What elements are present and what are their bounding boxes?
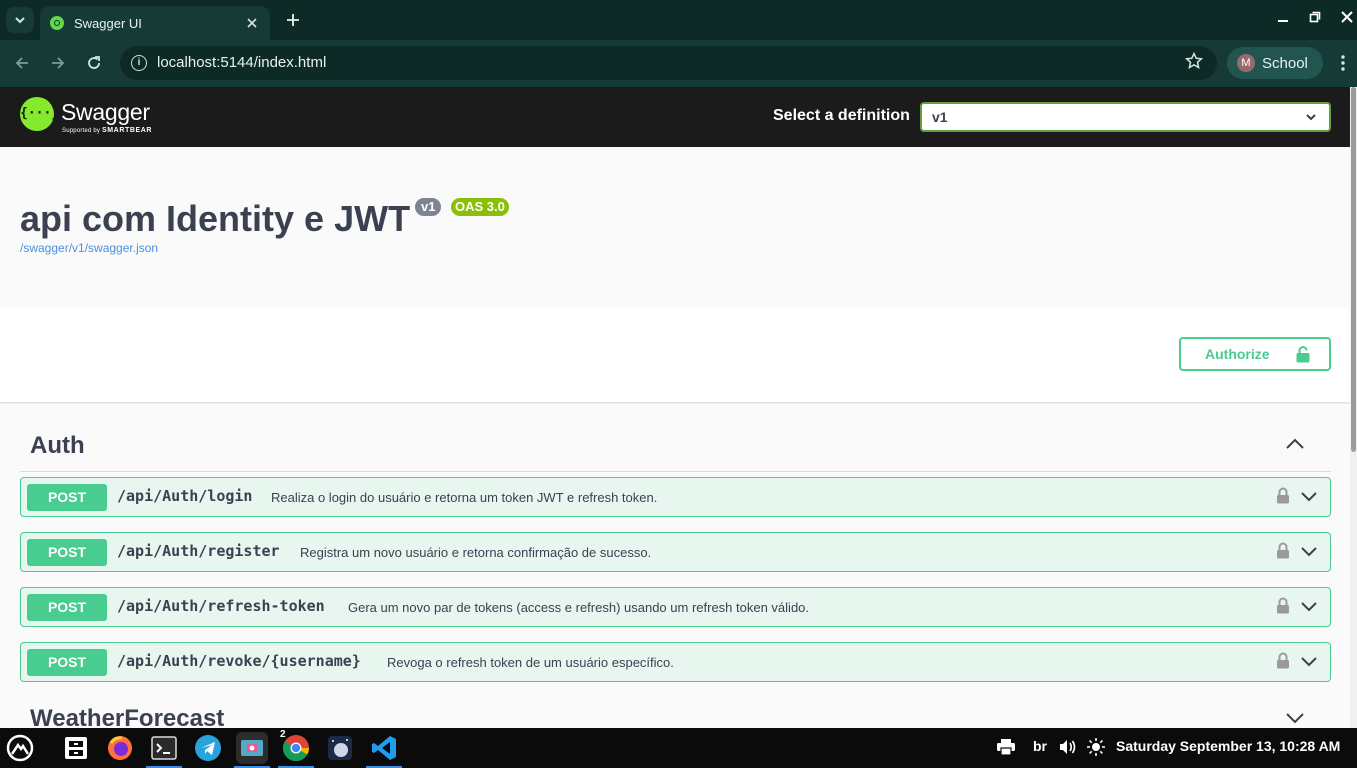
operation-post-register[interactable]: POST /api/Auth/register Registra um novo… bbox=[20, 532, 1331, 572]
chevron-down-icon bbox=[1305, 104, 1317, 132]
firefox-icon[interactable] bbox=[104, 732, 136, 764]
night-sky-app-icon[interactable] bbox=[324, 732, 356, 764]
operation-summary: Registra um novo usuário e retorna confi… bbox=[300, 545, 652, 560]
minimize-icon bbox=[1278, 20, 1288, 22]
reload-button[interactable] bbox=[83, 52, 105, 74]
operation-path: /api/Auth/revoke/{username} bbox=[117, 652, 361, 670]
lock-icon[interactable] bbox=[1276, 487, 1290, 504]
file-manager-icon[interactable] bbox=[60, 732, 92, 764]
operation-summary: Revoga o refresh token de um usuário esp… bbox=[387, 655, 674, 670]
restore-icon bbox=[1309, 11, 1321, 23]
authorize-button[interactable]: Authorize bbox=[1179, 337, 1331, 371]
chevron-up-icon[interactable] bbox=[1283, 432, 1307, 456]
telegram-icon[interactable] bbox=[192, 732, 224, 764]
swagger-favicon-icon bbox=[50, 16, 64, 30]
arrow-left-icon bbox=[15, 57, 28, 69]
profile-button[interactable]: M School bbox=[1227, 47, 1323, 79]
oas-badge: OAS 3.0 bbox=[451, 198, 509, 216]
operation-path: /api/Auth/register bbox=[117, 542, 280, 560]
volume-icon[interactable] bbox=[1059, 739, 1077, 758]
keyboard-layout[interactable]: br bbox=[1033, 738, 1047, 754]
brand-sub-prefix: Supported by bbox=[62, 128, 101, 134]
chevron-down-icon[interactable] bbox=[1300, 597, 1318, 615]
brand-sub-company: SMARTBEAR bbox=[101, 127, 153, 134]
operation-path: /api/Auth/refresh-token bbox=[117, 597, 325, 615]
operation-post-revoke[interactable]: POST /api/Auth/revoke/{username} Revoga … bbox=[20, 642, 1331, 682]
browser-menu-button[interactable] bbox=[1334, 52, 1352, 74]
site-info-icon[interactable]: i bbox=[131, 55, 147, 71]
avatar: M bbox=[1237, 54, 1255, 72]
close-window-button[interactable] bbox=[1336, 8, 1357, 30]
chevron-down-icon[interactable] bbox=[1300, 542, 1318, 560]
maximize-button[interactable] bbox=[1304, 8, 1326, 30]
star-icon bbox=[1184, 51, 1204, 69]
swagger-brand[interactable]: Swagger bbox=[61, 99, 150, 126]
operation-path: /api/Auth/login bbox=[117, 487, 253, 505]
address-url[interactable]: localhost:5144/index.html bbox=[157, 54, 326, 71]
arrow-right-icon bbox=[52, 57, 65, 69]
address-bar[interactable]: i localhost:5144/index.html bbox=[120, 46, 1217, 80]
close-icon bbox=[247, 18, 257, 28]
lock-open-icon bbox=[1296, 346, 1310, 363]
clock[interactable]: Saturday September 13, 10:28 AM bbox=[1116, 738, 1340, 754]
forward-button[interactable] bbox=[47, 52, 69, 74]
definition-select[interactable]: v1 bbox=[920, 102, 1331, 132]
reload-icon bbox=[88, 56, 100, 69]
plus-icon bbox=[287, 14, 299, 26]
bookmark-star-icon[interactable] bbox=[1184, 51, 1204, 75]
vscode-icon[interactable] bbox=[368, 732, 400, 764]
terminal-icon[interactable] bbox=[148, 732, 180, 764]
minimize-button[interactable] bbox=[1272, 8, 1294, 30]
lock-icon[interactable] bbox=[1276, 652, 1290, 669]
page-title: api com Identity e JWT bbox=[20, 198, 411, 239]
start-menu-icon[interactable] bbox=[4, 732, 36, 764]
tab-search-button[interactable] bbox=[6, 7, 34, 33]
method-badge: POST bbox=[27, 649, 107, 676]
chevron-down-icon[interactable] bbox=[1300, 487, 1318, 505]
lock-icon[interactable] bbox=[1276, 597, 1290, 614]
method-badge: POST bbox=[27, 484, 107, 511]
lock-icon[interactable] bbox=[1276, 542, 1290, 559]
os-taskbar: 2 br Saturday September 13, 10:28 AM bbox=[0, 728, 1357, 768]
spec-url-link[interactable]: /swagger/v1/swagger.json bbox=[20, 241, 158, 255]
screenshot-app-icon[interactable] bbox=[236, 732, 268, 764]
operation-summary: Realiza o login do usuário e retorna um … bbox=[271, 490, 658, 505]
authorize-label: Authorize bbox=[1205, 346, 1270, 362]
chevron-down-icon[interactable] bbox=[1300, 652, 1318, 670]
swagger-logo-icon[interactable]: {···} bbox=[20, 97, 59, 131]
new-tab-button[interactable] bbox=[282, 9, 304, 31]
close-icon bbox=[1341, 11, 1353, 23]
tag-section-auth[interactable]: Auth bbox=[20, 418, 1331, 472]
operation-summary: Gera um novo par de tokens (access e ref… bbox=[348, 600, 810, 615]
tab-title: Swagger UI bbox=[74, 15, 142, 31]
tab-close-button[interactable] bbox=[242, 13, 262, 33]
api-info: api com Identity e JWT v1 OAS 3.0 /swagg… bbox=[0, 147, 1350, 307]
browser-tab-bar: Swagger UI bbox=[0, 0, 1357, 40]
definition-selected-value: v1 bbox=[932, 109, 948, 125]
method-badge: POST bbox=[27, 539, 107, 566]
browser-toolbar: i localhost:5144/index.html M School bbox=[0, 40, 1357, 87]
chevron-down-icon bbox=[15, 17, 25, 24]
more-vertical-icon bbox=[1341, 55, 1345, 71]
printer-icon[interactable] bbox=[997, 739, 1015, 758]
scrollbar-thumb[interactable] bbox=[1351, 87, 1356, 452]
browser-tab-active[interactable]: Swagger UI bbox=[40, 6, 270, 40]
swagger-topbar: {···} Swagger Supported by SMARTBEAR Sel… bbox=[0, 87, 1350, 147]
version-badge: v1 bbox=[415, 198, 442, 216]
profile-name: School bbox=[1262, 54, 1308, 72]
tag-name: Auth bbox=[30, 432, 85, 459]
chrome-window-count: 2 bbox=[280, 729, 286, 740]
brightness-icon[interactable] bbox=[1087, 738, 1105, 759]
swagger-brand-sub: Supported by SMARTBEAR bbox=[62, 127, 152, 134]
operation-post-refresh-token[interactable]: POST /api/Auth/refresh-token Gera um nov… bbox=[20, 587, 1331, 627]
definition-label: Select a definition bbox=[773, 107, 910, 124]
operation-post-login[interactable]: POST /api/Auth/login Realiza o login do … bbox=[20, 477, 1331, 517]
back-button[interactable] bbox=[11, 52, 33, 74]
scheme-container: Authorize bbox=[0, 307, 1350, 402]
method-badge: POST bbox=[27, 594, 107, 621]
